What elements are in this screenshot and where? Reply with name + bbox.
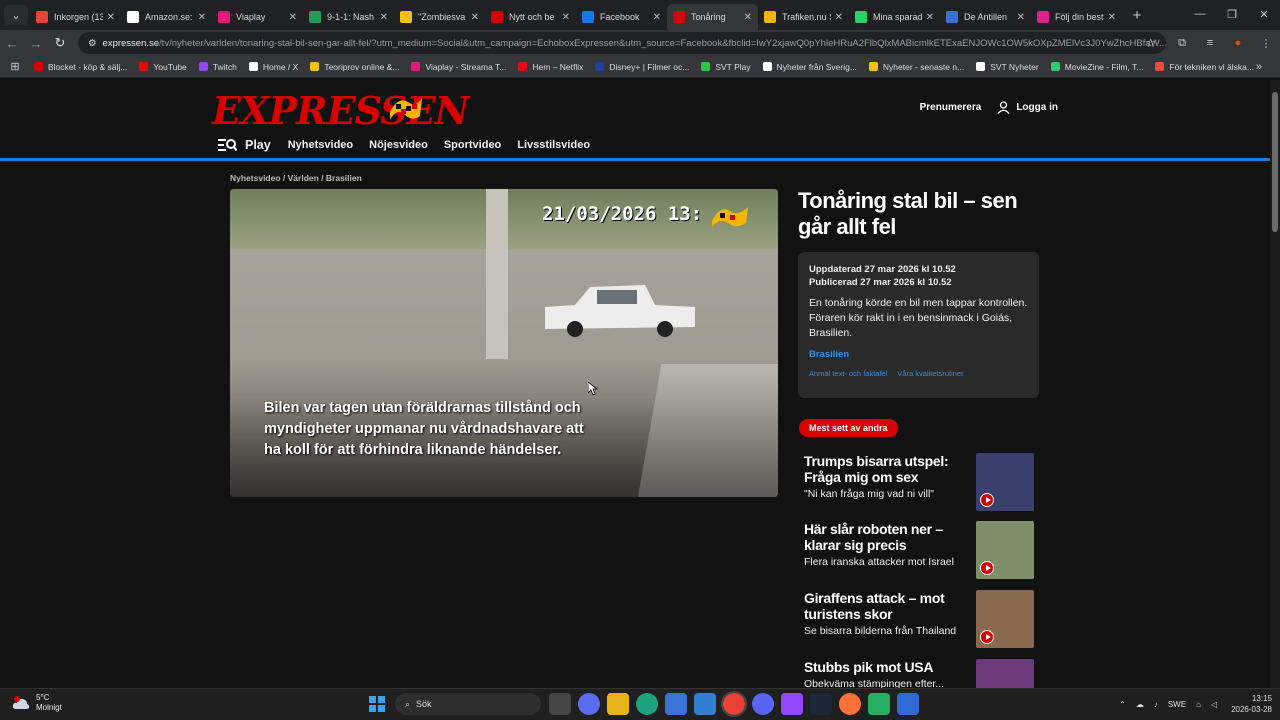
- most-seen-item[interactable]: Stubbs pik mot USA Obekväma stämpingen ef…: [804, 659, 1036, 688]
- most-seen-item[interactable]: Här slår roboten ner – klarar sig precis…: [804, 521, 1036, 581]
- tray-chevron-icon[interactable]: ⌃: [1119, 700, 1126, 709]
- most-seen-item[interactable]: Giraffens attack – mot turistens skor Se …: [804, 590, 1036, 650]
- tray-language[interactable]: SWE: [1168, 700, 1186, 709]
- store-icon[interactable]: [665, 693, 687, 715]
- weather-widget[interactable]: 5°C Molnigt: [12, 693, 62, 713]
- copilot-icon[interactable]: [578, 693, 600, 715]
- system-tray: ⌃ ☁ ♪ SWE ⌂ ◁ 13:15 2026-03-28: [1109, 693, 1272, 715]
- weather-desc: Molnigt: [36, 703, 62, 712]
- play-icon: [980, 493, 994, 507]
- xbox-icon[interactable]: [868, 693, 890, 715]
- tray-volume-icon[interactable]: ◁: [1211, 700, 1217, 709]
- most-seen-thumbnail[interactable]: [976, 453, 1034, 511]
- taskbar-clock[interactable]: 13:15 2026-03-28: [1231, 693, 1272, 715]
- cloud-icon: [12, 696, 30, 709]
- weather-temp: 5°C: [36, 693, 50, 702]
- outlook-icon[interactable]: [694, 693, 716, 715]
- clock-time: 13:15: [1251, 694, 1272, 703]
- tray-mic-icon[interactable]: ♪: [1154, 700, 1158, 709]
- most-seen-title[interactable]: Stubbs pik mot USA: [804, 659, 964, 675]
- most-seen-title[interactable]: Trumps bisarra utspel: Fråga mig om sex: [804, 453, 964, 485]
- most-seen-title[interactable]: Giraffens attack – mot turistens skor: [804, 590, 964, 622]
- windows-taskbar: 5°C Molnigt ⌕ Sök ⌃ ☁ ♪ SWE ⌂ ◁ 13:15 202…: [0, 688, 1280, 720]
- most-seen-thumbnail[interactable]: [976, 521, 1034, 579]
- play-icon: [980, 630, 994, 644]
- most-seen-list: Trumps bisarra utspel: Fråga mig om sex "…: [0, 0, 1270, 688]
- chrome-icon[interactable]: [721, 691, 747, 717]
- firefox-icon[interactable]: [839, 693, 861, 715]
- taskbar-search-placeholder: Sök: [416, 699, 432, 709]
- play-icon: [980, 561, 994, 575]
- discord-icon[interactable]: [752, 693, 774, 715]
- most-seen-thumbnail[interactable]: [976, 590, 1034, 648]
- tray-network-icon[interactable]: ⌂: [1196, 700, 1201, 709]
- most-seen-title[interactable]: Här slår roboten ner – klarar sig precis: [804, 521, 964, 553]
- most-seen-thumbnail[interactable]: [976, 659, 1034, 688]
- taskbar-apps: ⌕ Sök: [366, 691, 926, 717]
- steam-icon[interactable]: [810, 693, 832, 715]
- scrollbar-thumb[interactable]: [1272, 92, 1278, 232]
- taskbar-search-input[interactable]: ⌕ Sök: [395, 693, 541, 715]
- task-view-icon[interactable]: [549, 693, 571, 715]
- clock-date: 2026-03-28: [1231, 705, 1272, 714]
- file-explorer-icon[interactable]: [607, 693, 629, 715]
- app-icon[interactable]: [897, 693, 919, 715]
- tray-onedrive-icon[interactable]: ☁: [1136, 700, 1144, 709]
- start-windows-icon[interactable]: [366, 693, 388, 715]
- most-seen-item[interactable]: Trumps bisarra utspel: Fråga mig om sex "…: [804, 453, 1036, 513]
- edge-icon[interactable]: [636, 693, 658, 715]
- twitch-icon[interactable]: [781, 693, 803, 715]
- page-scrollbar[interactable]: [1270, 80, 1280, 688]
